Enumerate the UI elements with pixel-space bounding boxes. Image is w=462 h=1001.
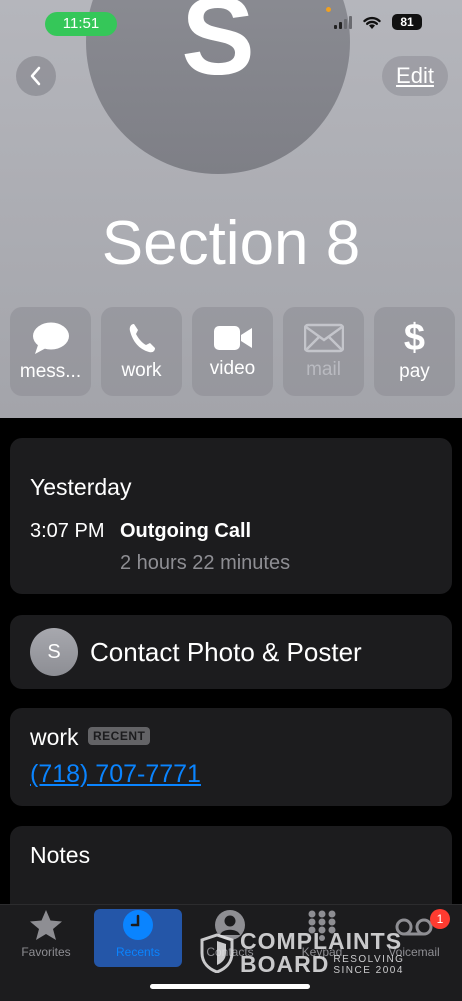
phone-type-label: work bbox=[30, 724, 79, 750]
message-icon bbox=[32, 322, 69, 354]
tab-recents[interactable]: Recents bbox=[94, 909, 182, 967]
home-indicator[interactable] bbox=[150, 984, 310, 989]
watermark-tag1: RESOLVING bbox=[333, 953, 405, 965]
mic-indicator-dot bbox=[326, 7, 331, 12]
cellular-signal-icon bbox=[334, 15, 352, 29]
message-label: mess... bbox=[19, 360, 82, 382]
shield-logo-icon bbox=[200, 933, 234, 973]
tab-recents-label: Recents bbox=[115, 945, 161, 959]
complaintsboard-watermark: COMPLAINTS BOARD RESOLVING SINCE 2004 bbox=[200, 930, 404, 976]
battery-icon: 81 bbox=[392, 14, 422, 30]
video-button[interactable]: video bbox=[192, 307, 273, 396]
back-button[interactable] bbox=[16, 56, 56, 96]
tab-favorites[interactable]: Favorites bbox=[2, 909, 90, 967]
contact-photo-row[interactable]: S Contact Photo & Poster bbox=[10, 615, 452, 689]
star-icon bbox=[30, 910, 62, 940]
status-time: 11:51 bbox=[45, 12, 117, 36]
clock-icon bbox=[123, 910, 153, 940]
contact-header: S 11:51 81 Edit Section 8 mess... work v… bbox=[0, 0, 462, 418]
phone-card: work RECENT (718) 707-7771 bbox=[10, 708, 452, 806]
status-icons: 81 bbox=[334, 14, 422, 30]
watermark-tag2: SINCE 2004 bbox=[333, 964, 404, 976]
watermark-line2: BOARD bbox=[240, 951, 330, 977]
small-avatar: S bbox=[30, 628, 78, 676]
call-time: 3:07 PM bbox=[30, 520, 105, 542]
recent-badge: RECENT bbox=[88, 727, 151, 745]
call-history-card: Yesterday 3:07 PM Outgoing Call 2 hours … bbox=[10, 438, 452, 594]
voicemail-badge: 1 bbox=[430, 909, 450, 929]
message-button[interactable]: mess... bbox=[10, 307, 91, 396]
avatar-initial: S bbox=[181, 0, 255, 98]
pay-button[interactable]: $ pay bbox=[374, 307, 455, 396]
wifi-icon bbox=[363, 16, 381, 29]
call-button[interactable]: work bbox=[101, 307, 182, 396]
video-label: video bbox=[209, 357, 256, 379]
pay-label: pay bbox=[399, 360, 430, 382]
dollar-icon: $ bbox=[403, 316, 426, 359]
edit-button[interactable]: Edit bbox=[382, 56, 448, 96]
mail-button[interactable]: mail bbox=[283, 307, 364, 396]
notes-label: Notes bbox=[30, 842, 91, 868]
call-type: Outgoing Call bbox=[120, 520, 252, 542]
contact-name: Section 8 bbox=[101, 209, 361, 278]
chevron-left-icon bbox=[30, 66, 41, 86]
mail-label: mail bbox=[306, 358, 341, 380]
quick-actions: mess... work video mail $ pay bbox=[10, 307, 455, 396]
phone-number-link[interactable]: (718) 707-7771 bbox=[30, 760, 201, 789]
tab-favorites-label: Favorites bbox=[21, 945, 71, 959]
phone-icon bbox=[129, 323, 155, 352]
video-icon bbox=[213, 325, 252, 350]
contact-photo-label: Contact Photo & Poster bbox=[90, 637, 362, 667]
call-date: Yesterday bbox=[30, 474, 132, 500]
mail-icon bbox=[303, 323, 344, 352]
contact-avatar: S bbox=[86, 0, 350, 174]
call-duration: 2 hours 22 minutes bbox=[120, 552, 291, 574]
work-label: work bbox=[121, 359, 162, 381]
watermark-line1: COMPLAINTS bbox=[240, 928, 403, 954]
